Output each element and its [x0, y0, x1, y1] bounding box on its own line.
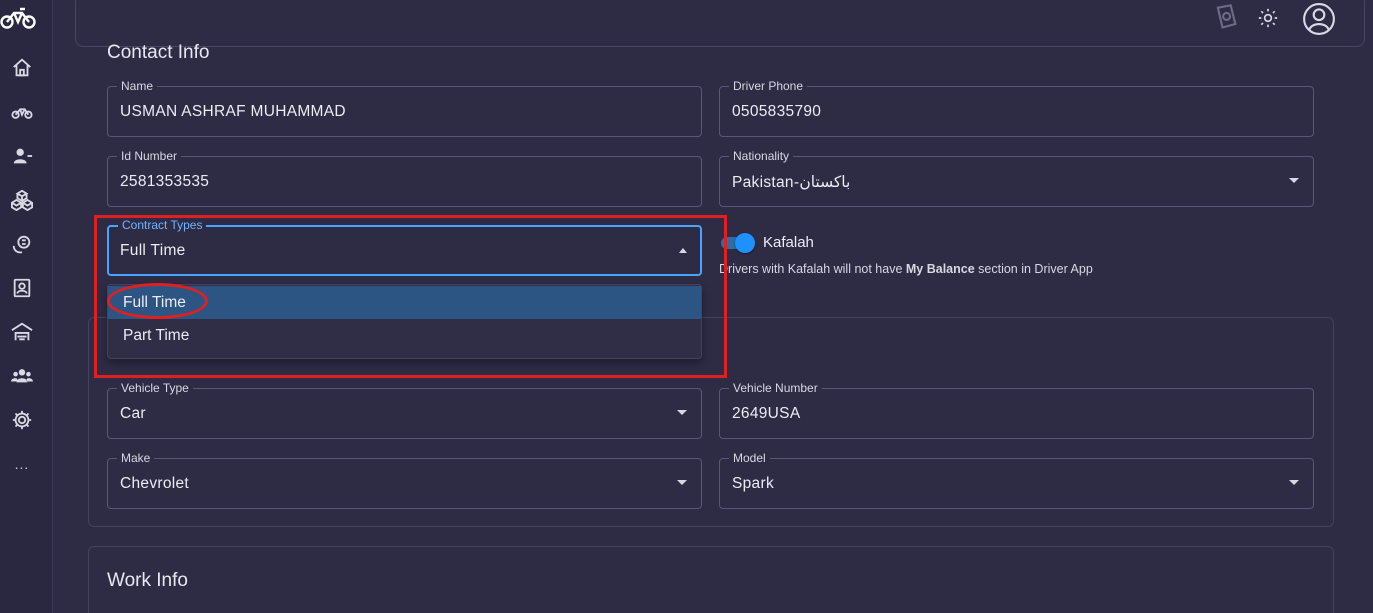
chevron-down-icon	[677, 410, 687, 415]
coin-hand-icon[interactable]	[8, 230, 36, 258]
vehicle-type-select[interactable]: Vehicle Type Car	[107, 380, 702, 439]
kafalah-help-prefix: Drivers with Kafalah will not have	[719, 262, 906, 276]
account-avatar-icon[interactable]	[1302, 2, 1336, 36]
work-info-title: Work Info	[107, 570, 188, 591]
kafalah-label: Kafalah	[763, 234, 814, 251]
kafalah-help-text: Drivers with Kafalah will not have My Ba…	[719, 262, 1093, 276]
model-select[interactable]: Model Spark	[719, 450, 1314, 509]
chevron-down-icon	[677, 480, 687, 485]
id-number-value: 2581353535	[120, 173, 210, 190]
annotation-ellipse	[107, 283, 208, 319]
sun-icon[interactable]	[1256, 6, 1280, 30]
id-number-field[interactable]: Id Number 2581353535	[107, 148, 702, 207]
name-value: USMAN ASHRAF MUHAMMAD	[120, 103, 346, 120]
book-user-icon[interactable]	[8, 274, 36, 302]
driver-phone-label: Driver Phone	[729, 78, 808, 94]
garage-icon[interactable]	[8, 318, 36, 346]
vehicle-number-field[interactable]: Vehicle Number 2649USA	[719, 380, 1314, 439]
team-icon[interactable]	[8, 362, 36, 390]
chevron-down-icon	[1289, 480, 1299, 485]
user-add-icon[interactable]	[8, 142, 36, 170]
gear-icon[interactable]	[8, 406, 36, 434]
more-menu-button[interactable]: ...	[8, 450, 36, 478]
sidebar: ...	[0, 0, 53, 613]
top-bar	[75, 0, 1365, 47]
driver-phone-field[interactable]: Driver Phone 0505835790	[719, 78, 1314, 137]
vehicle-type-label: Vehicle Type	[117, 380, 193, 396]
name-label: Name	[117, 78, 158, 94]
motorcycle-logo-icon[interactable]	[0, 4, 36, 32]
id-number-label: Id Number	[117, 148, 182, 164]
model-label: Model	[729, 450, 770, 466]
chevron-down-icon	[1289, 178, 1299, 183]
contact-info-title: Contact Info	[107, 42, 210, 63]
vehicle-type-value: Car	[120, 405, 146, 422]
motorcycle-icon[interactable]	[8, 98, 36, 126]
work-info-card	[88, 546, 1334, 613]
boxes-icon[interactable]	[8, 186, 36, 214]
kafalah-help-suffix: section in Driver App	[974, 262, 1093, 276]
model-value: Spark	[732, 475, 774, 492]
money-icon[interactable]	[1211, 2, 1241, 32]
nationality-select[interactable]: Nationality Pakistan-باكستان	[719, 148, 1314, 207]
vehicle-number-value: 2649USA	[732, 405, 801, 422]
make-value: Chevrolet	[120, 475, 190, 492]
vehicle-number-label: Vehicle Number	[729, 380, 822, 396]
make-select[interactable]: Make Chevrolet	[107, 450, 702, 509]
kafalah-help-bold: My Balance	[905, 262, 975, 276]
make-label: Make	[117, 450, 155, 466]
nationality-label: Nationality	[729, 148, 794, 164]
nationality-value: Pakistan-باكستان	[732, 174, 851, 191]
name-field[interactable]: Name USMAN ASHRAF MUHAMMAD	[107, 78, 702, 137]
home-icon[interactable]	[8, 54, 36, 82]
driver-phone-value: 0505835790	[732, 103, 822, 120]
toggle-knob	[735, 233, 755, 253]
